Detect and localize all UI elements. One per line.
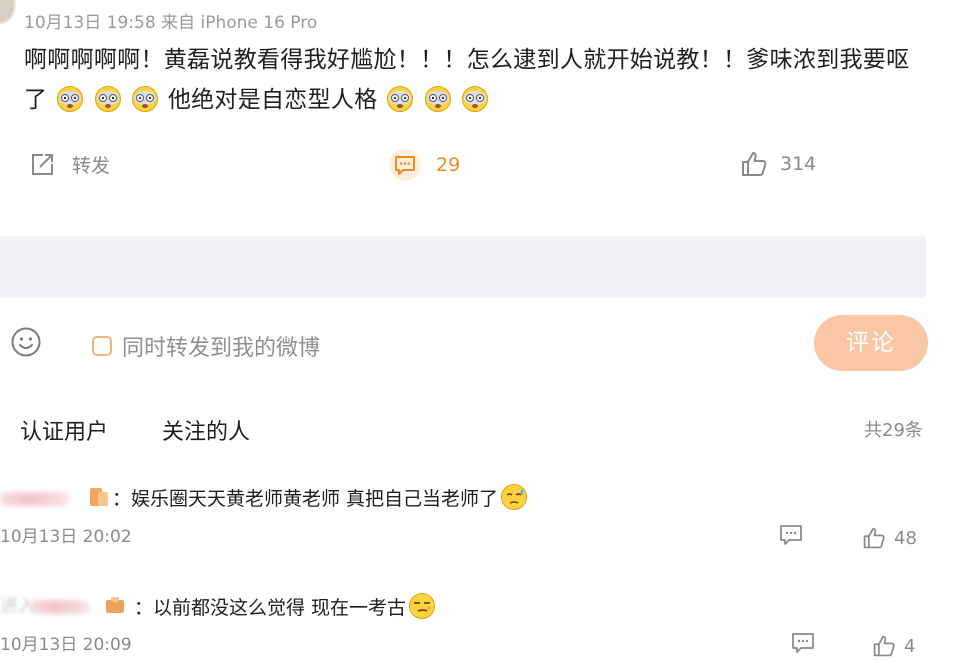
repost-label: 转发 xyxy=(72,154,111,177)
dizzy-face-emoji-icon xyxy=(132,86,159,112)
post-text-line2: 了 他绝对是自恋型人格 xyxy=(24,80,924,120)
like-count: 314 xyxy=(780,153,817,175)
also-repost-checkbox[interactable]: 同时转发到我的微博 xyxy=(92,330,320,362)
comment-count: 29 xyxy=(436,154,461,176)
dizzy-face-emoji-icon xyxy=(424,86,451,112)
checkbox-box[interactable] xyxy=(92,336,112,356)
post-meta: 10月13日 19:58 来自 iPhone 16 Pro xyxy=(24,13,318,33)
reply-icon[interactable] xyxy=(790,630,816,656)
comment-like-button[interactable]: 48 xyxy=(862,526,917,550)
post-text-line2-end: 他绝对是自恋型人格 xyxy=(167,87,378,113)
comment-time: 10月13日 20:09 xyxy=(0,635,132,655)
comment-total: 共29条 xyxy=(864,420,923,441)
thumbs-up-icon xyxy=(742,152,767,176)
comment-input[interactable] xyxy=(0,236,926,298)
dizzy-face-emoji-icon xyxy=(462,86,489,112)
comment-like-count: 4 xyxy=(904,635,916,657)
reply-icon[interactable] xyxy=(778,522,804,548)
emoji-picker-icon[interactable] xyxy=(10,326,42,358)
comment-text: ：以前都没这么觉得 现在一考古 xyxy=(134,592,437,620)
comment-time: 10月13日 20:02 xyxy=(0,527,132,547)
comment-text: ：娱乐圈天天黄老师黄老师 真把自己当老师了 xyxy=(112,483,529,511)
avatar[interactable] xyxy=(0,0,16,24)
comment-text-content: ：娱乐圈天天黄老师黄老师 真把自己当老师了 xyxy=(112,488,499,510)
dizzy-face-emoji-icon xyxy=(56,86,83,112)
post-text: 啊啊啊啊啊！黄磊说教看得我好尴尬！！！怎么逮到人就开始说教！！爹味浓到我要呕 了… xyxy=(24,40,924,120)
post-text-line1: 啊啊啊啊啊！黄磊说教看得我好尴尬！！！怎么逮到人就开始说教！！爹味浓到我要呕 xyxy=(24,47,910,73)
user-badge-icon xyxy=(90,488,108,506)
dizzy-face-emoji-icon xyxy=(387,86,414,112)
comment-icon xyxy=(389,149,421,181)
commenter-name-blurred[interactable] xyxy=(30,600,90,614)
sweat-face-emoji-icon xyxy=(501,484,528,510)
thumbs-up-icon xyxy=(863,527,885,549)
repost-icon xyxy=(32,154,53,175)
comment-like-count: 48 xyxy=(894,527,917,549)
comment-text-content: ：以前都没这么觉得 现在一考古 xyxy=(134,597,407,619)
thumbs-up-icon xyxy=(873,635,895,657)
user-badge-icon xyxy=(106,597,124,613)
tab-following[interactable]: 关注的人 xyxy=(162,414,250,446)
comment-like-button[interactable]: 4 xyxy=(872,634,915,658)
repost-button[interactable]: 转发 xyxy=(28,150,110,178)
smirk-face-emoji-icon xyxy=(409,593,436,619)
submit-comment-button[interactable]: 评论 xyxy=(814,315,928,371)
tab-verified-users[interactable]: 认证用户 xyxy=(20,414,108,446)
commenter-name-blurred[interactable] xyxy=(0,492,70,506)
also-repost-label: 同时转发到我的微博 xyxy=(122,336,321,361)
comment-button[interactable]: 29 xyxy=(388,148,460,182)
dizzy-face-emoji-icon xyxy=(94,86,121,112)
like-button[interactable]: 314 xyxy=(740,150,816,178)
post-text-line2-start: 了 xyxy=(24,87,48,113)
